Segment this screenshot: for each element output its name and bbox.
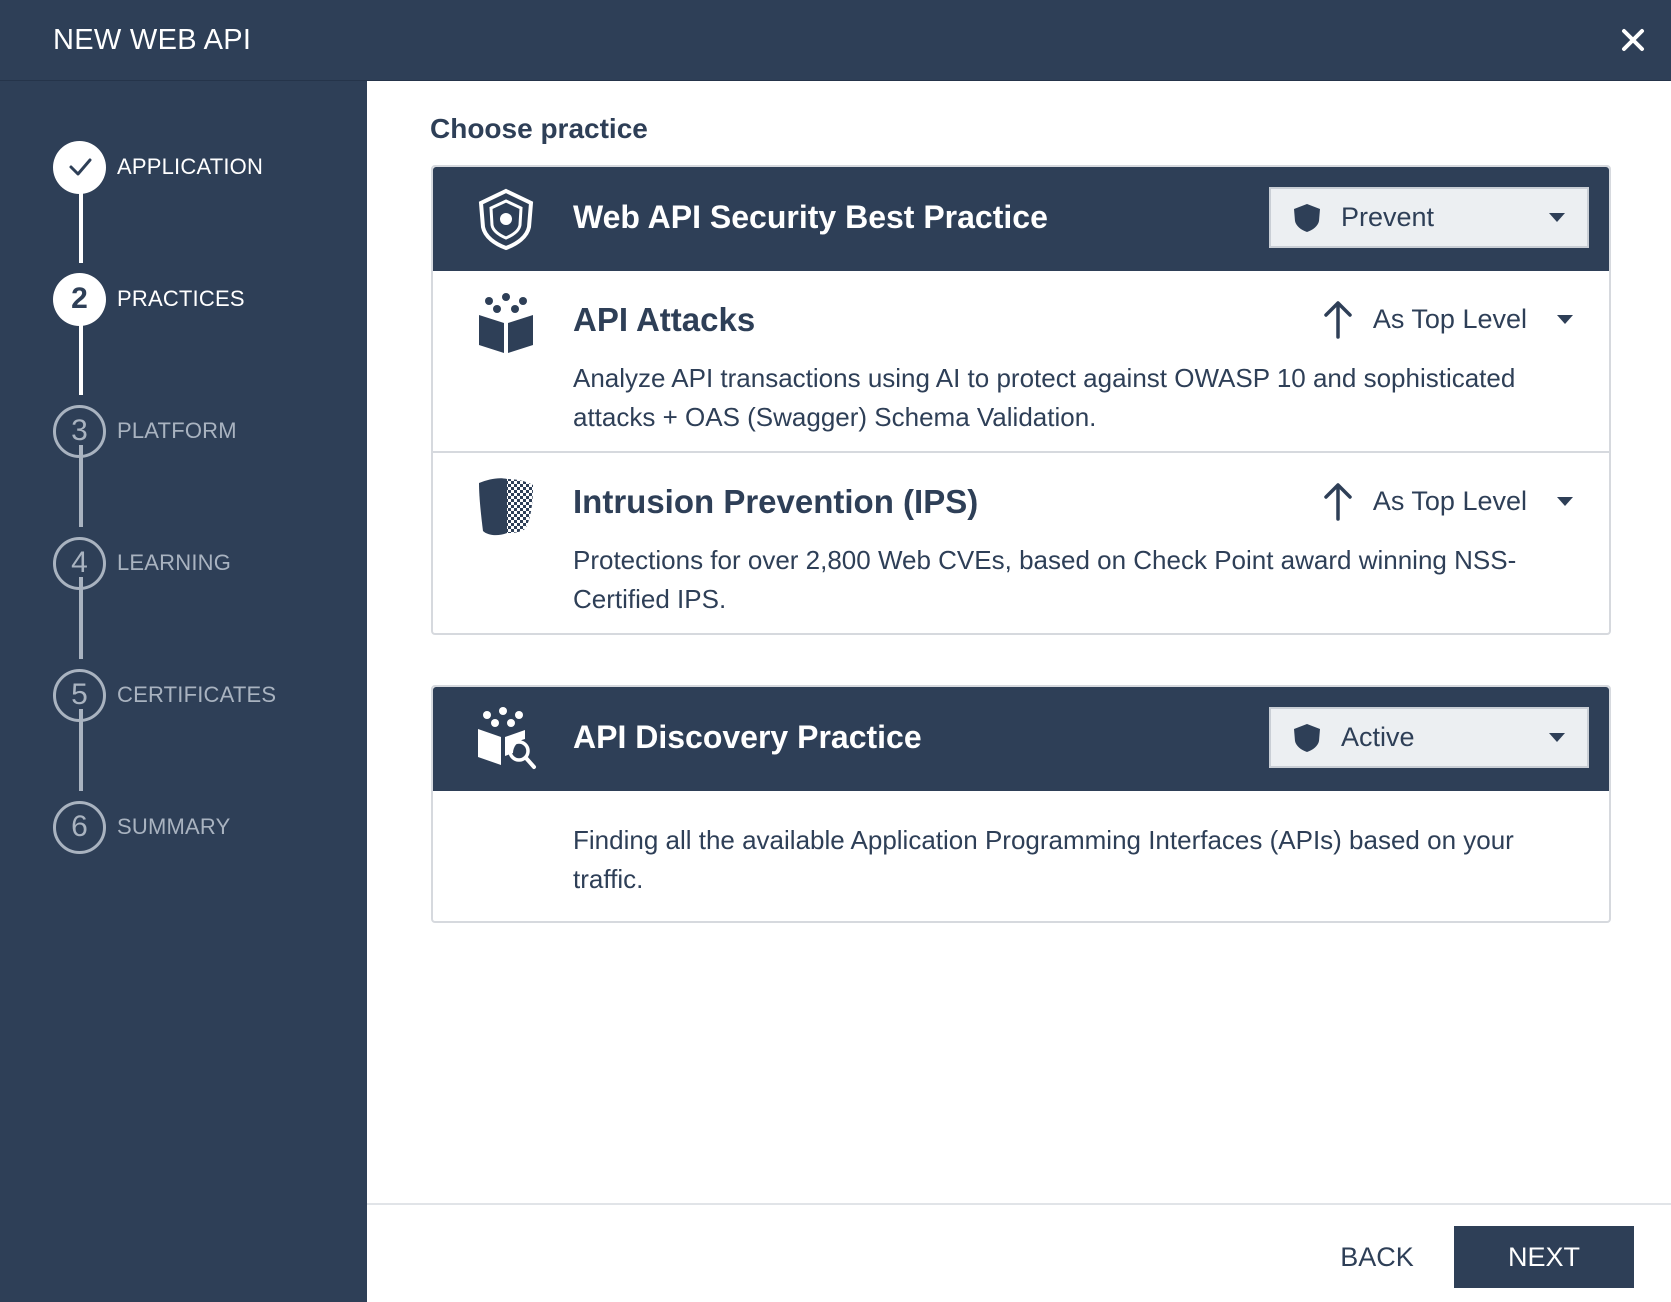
step-number: 2: [53, 272, 106, 326]
level-value: As Top Level: [1372, 303, 1527, 334]
practice-title: API Discovery Practice: [573, 719, 922, 755]
mode-value: Active: [1341, 722, 1415, 752]
wizard-steps-sidebar: APPLICATION 2 PRACTICES 3 PLATFORM 4 LEA…: [0, 81, 367, 1302]
practice-header: API Discovery Practice Active: [433, 687, 1609, 791]
ips-shield-icon: [479, 478, 533, 536]
step-label: SUMMARY: [117, 814, 231, 839]
item-description: Analyze API transactions using AI to pro…: [573, 363, 1516, 432]
level-value: As Top Level: [1372, 485, 1527, 516]
api-cube-icon: [479, 293, 533, 353]
step-learning[interactable]: 4 LEARNING: [53, 536, 232, 590]
shield-target-icon: [478, 188, 534, 251]
step-number: 4: [53, 536, 106, 590]
level-select[interactable]: As Top Level: [1321, 299, 1573, 339]
chevron-down-icon: [1549, 212, 1565, 222]
step-practices[interactable]: 2 PRACTICES: [53, 272, 245, 326]
practice-title: Web API Security Best Practice: [573, 199, 1048, 235]
chevron-down-icon: [1557, 496, 1573, 506]
new-web-api-dialog: NEW WEB API APPLICATION 2 PRACTICES 3 PL…: [0, 0, 1671, 1302]
step-label: PRACTICES: [117, 286, 245, 311]
chevron-down-icon: [1557, 314, 1573, 324]
item-title: Intrusion Prevention (IPS): [573, 483, 979, 520]
level-select[interactable]: As Top Level: [1321, 481, 1573, 521]
dialog-titlebar: NEW WEB API: [0, 0, 1671, 81]
arrow-up-icon: [1324, 483, 1352, 521]
shield-icon: [1294, 203, 1320, 232]
item-title: API Attacks: [573, 301, 756, 338]
step-label: PLATFORM: [117, 418, 237, 443]
api-attacks-item: API Attacks As Top Level Analyze API tra…: [433, 271, 1609, 451]
main-content: Choose practice Web API Security Best Pr…: [367, 81, 1671, 1302]
arrow-up-icon: [1324, 301, 1352, 339]
step-application[interactable]: APPLICATION: [53, 140, 264, 194]
back-button[interactable]: BACK: [1307, 1226, 1447, 1288]
chevron-down-icon: [1549, 732, 1565, 742]
step-label: APPLICATION: [117, 154, 264, 179]
mode-value: Prevent: [1341, 202, 1435, 232]
step-number: 3: [53, 404, 106, 458]
step-number: 6: [53, 800, 106, 854]
practice-mode-select[interactable]: Prevent: [1269, 187, 1589, 248]
practice-header: Web API Security Best Practice Prevent: [433, 167, 1609, 271]
section-title: Choose practice: [430, 113, 648, 144]
api-discovery-icon: [478, 707, 536, 769]
check-icon: [53, 140, 106, 194]
ips-item: Intrusion Prevention (IPS) As Top Level …: [433, 451, 1609, 633]
practice-mode-select[interactable]: Active: [1269, 707, 1589, 768]
step-platform[interactable]: 3 PLATFORM: [53, 404, 237, 458]
step-label: CERTIFICATES: [117, 682, 277, 707]
next-button[interactable]: NEXT: [1454, 1226, 1634, 1288]
web-api-practice-card: Web API Security Best Practice Prevent A…: [431, 165, 1611, 635]
footer-divider: [367, 1203, 1671, 1205]
item-description: Finding all the available Application Pr…: [573, 825, 1514, 894]
step-label: LEARNING: [117, 550, 232, 575]
step-summary[interactable]: 6 SUMMARY: [53, 800, 231, 854]
item-description: Protections for over 2,800 Web CVEs, bas…: [573, 545, 1517, 614]
shield-icon: [1294, 723, 1320, 752]
api-discovery-card: API Discovery Practice Active Finding al…: [431, 685, 1611, 923]
discovery-description-block: Finding all the available Application Pr…: [433, 791, 1609, 921]
dialog-title: NEW WEB API: [53, 24, 252, 56]
step-certificates[interactable]: 5 CERTIFICATES: [53, 668, 277, 722]
close-icon[interactable]: [1615, 22, 1651, 58]
step-number: 5: [53, 668, 106, 722]
